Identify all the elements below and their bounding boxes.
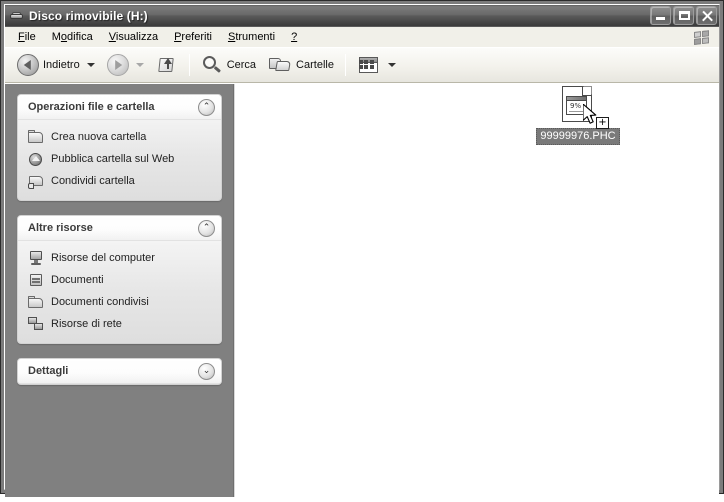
- window-inner: Disco rimovibile (H:) File Modifica Visu…: [4, 4, 720, 497]
- globe-publish-icon: [28, 151, 44, 167]
- maximize-button[interactable]: [673, 6, 694, 25]
- network-icon: [28, 316, 44, 332]
- body-area: Operazioni file e cartella ⌃ Crea nuova …: [5, 83, 719, 497]
- windows-flag-icon: [689, 28, 715, 47]
- views-dropdown-caret-icon[interactable]: [387, 63, 396, 67]
- sidebar-item-pubblica-cartella-web[interactable]: Pubblica cartella sul Web: [26, 148, 217, 170]
- panel-title: Altre risorse: [28, 222, 93, 234]
- sidebar-item-label: Documenti condivisi: [51, 296, 149, 308]
- menu-bar: File Modifica Visualizza Preferiti Strum…: [5, 27, 719, 48]
- back-button[interactable]: Indietro: [11, 51, 101, 79]
- sidebar-item-condividi-cartella[interactable]: Condividi cartella: [26, 170, 217, 192]
- sidebar-item-documenti-condivisi[interactable]: Documenti condivisi: [26, 291, 217, 313]
- forward-dropdown-caret-icon[interactable]: [135, 63, 144, 67]
- sidebar-item-crea-nuova-cartella[interactable]: Crea nuova cartella: [26, 126, 217, 148]
- forward-arrow-icon: [106, 54, 129, 76]
- sidebar-item-label: Pubblica cartella sul Web: [51, 153, 175, 165]
- views-grid-icon: [357, 54, 381, 76]
- list-item[interactable]: 9% 99999976.PHC: [535, 86, 621, 145]
- caption-buttons: [650, 6, 717, 25]
- panel-body-file-folder-tasks: Crea nuova cartella Pubblica cartella su…: [18, 120, 221, 200]
- panel-header-file-folder-tasks[interactable]: Operazioni file e cartella ⌃: [18, 95, 221, 120]
- panel-title: Dettagli: [28, 365, 69, 377]
- menu-preferiti[interactable]: Preferiti: [167, 29, 221, 45]
- file-list-content[interactable]: 9% 99999976.PHC +: [234, 84, 719, 497]
- removable-disk-icon: [9, 8, 25, 24]
- menu-help[interactable]: ?: [284, 29, 306, 45]
- task-pane-sidebar: Operazioni file e cartella ⌃ Crea nuova …: [5, 84, 234, 497]
- menu-visualizza[interactable]: Visualizza: [102, 29, 167, 45]
- file-name-label[interactable]: 99999976.PHC: [536, 128, 620, 145]
- menu-strumenti[interactable]: Strumenti: [221, 29, 284, 45]
- menu-modifica[interactable]: Modifica: [45, 29, 102, 45]
- folder-icon: [28, 129, 44, 145]
- back-dropdown-caret-icon[interactable]: [86, 63, 95, 67]
- panel-details: Dettagli ⌄: [17, 358, 222, 385]
- sidebar-item-label: Risorse di rete: [51, 318, 122, 330]
- panel-body-other-places: Risorse del computer Documenti Documenti…: [18, 241, 221, 343]
- toolbar-separator-2: [344, 54, 346, 76]
- toolbar: Indietro Cerca Cartelle: [5, 48, 719, 83]
- title-bar: Disco rimovibile (H:): [5, 5, 719, 27]
- chevron-down-icon[interactable]: ⌄: [198, 363, 215, 380]
- panel-header-details[interactable]: Dettagli ⌄: [18, 359, 221, 384]
- search-button-label: Cerca: [226, 59, 257, 71]
- documents-icon: [28, 272, 44, 288]
- up-button[interactable]: [150, 51, 184, 79]
- sidebar-item-label: Condividi cartella: [51, 175, 135, 187]
- panel-other-places: Altre risorse ⌃ Risorse del computer Doc…: [17, 215, 222, 344]
- computer-icon: [28, 250, 44, 266]
- window-title: Disco rimovibile (H:): [29, 8, 148, 23]
- folders-icon: [268, 54, 292, 76]
- panel-title: Operazioni file e cartella: [28, 101, 155, 113]
- panel-header-other-places[interactable]: Altre risorse ⌃: [18, 216, 221, 241]
- folders-button-label: Cartelle: [296, 59, 334, 71]
- menu-file[interactable]: File: [11, 29, 45, 45]
- sidebar-item-label: Crea nuova cartella: [51, 131, 147, 143]
- menu-file-rest: ile: [24, 31, 36, 43]
- explorer-window: Disco rimovibile (H:) File Modifica Visu…: [0, 0, 724, 497]
- shared-documents-icon: [28, 294, 44, 310]
- document-window-icon: 9%: [562, 86, 594, 124]
- forward-button[interactable]: [101, 51, 150, 79]
- back-button-label: Indietro: [43, 59, 80, 71]
- search-icon: [201, 54, 223, 76]
- chevron-up-icon[interactable]: ⌃: [198, 99, 215, 116]
- up-folder-icon: [156, 54, 178, 76]
- views-button[interactable]: [351, 51, 402, 79]
- close-button[interactable]: [696, 6, 717, 25]
- sidebar-item-risorse-di-rete[interactable]: Risorse di rete: [26, 313, 217, 335]
- sidebar-item-label: Risorse del computer: [51, 252, 155, 264]
- back-arrow-icon: [17, 54, 39, 76]
- sidebar-item-risorse-del-computer[interactable]: Risorse del computer: [26, 247, 217, 269]
- share-folder-icon: [28, 173, 44, 189]
- sidebar-item-documenti[interactable]: Documenti: [26, 269, 217, 291]
- screenshot-root: Disco rimovibile (H:) File Modifica Visu…: [0, 0, 724, 502]
- chevron-up-icon[interactable]: ⌃: [198, 220, 215, 237]
- search-button[interactable]: Cerca: [195, 51, 262, 79]
- sidebar-item-label: Documenti: [51, 274, 104, 286]
- panel-file-folder-tasks: Operazioni file e cartella ⌃ Crea nuova …: [17, 94, 222, 201]
- folders-button[interactable]: Cartelle: [262, 51, 340, 79]
- toolbar-separator-1: [188, 54, 190, 76]
- minimize-button[interactable]: [650, 6, 671, 25]
